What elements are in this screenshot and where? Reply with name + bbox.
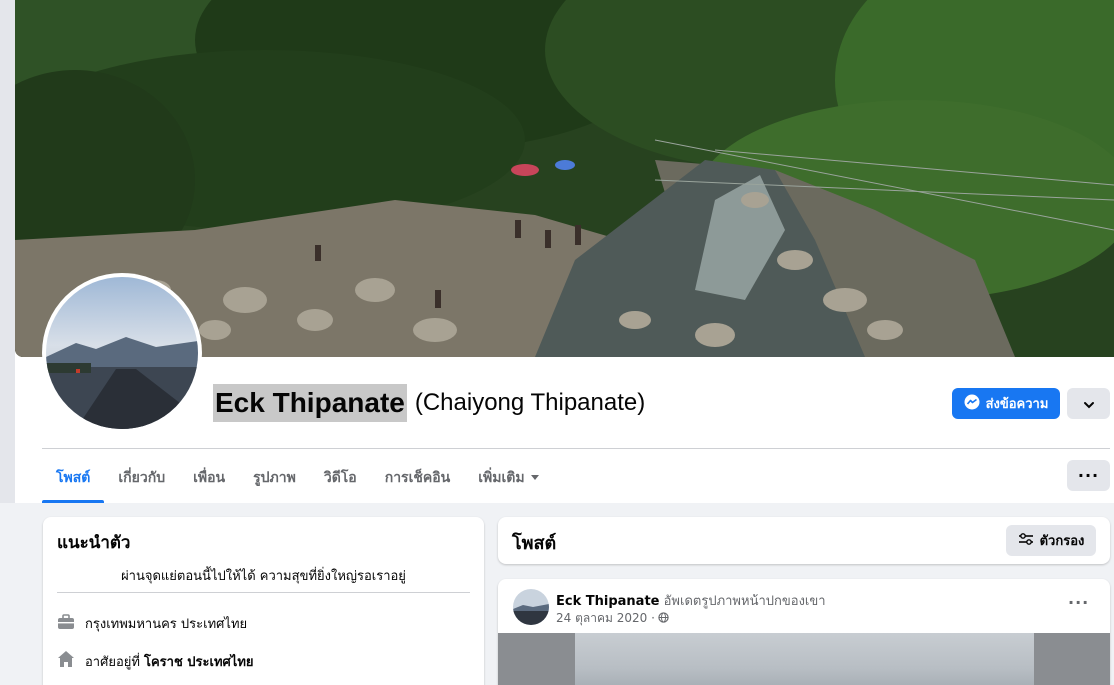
home-icon: [57, 650, 75, 672]
profile-alternate-name: (Chaiyong Thipanate): [414, 389, 646, 416]
profile-avatar-image: [46, 277, 198, 429]
profile-tabs: โพสต์ เกี่ยวกับ เพื่อน รูปภาพ วิดีโอ การ…: [42, 452, 553, 503]
left-gutter: [0, 0, 15, 503]
intro-title: แนะนำตัว: [57, 533, 131, 553]
chevron-down-icon: [1083, 394, 1095, 413]
filter-button[interactable]: ตัวกรอง: [1006, 525, 1096, 556]
profile-name: Eck Thipanate: [213, 384, 407, 422]
post-card: Eck Thipanate อัพเดตรูปภาพหน้าปกของเขา 2…: [498, 579, 1110, 685]
messenger-icon: [964, 394, 980, 414]
send-message-label: ส่งข้อความ: [985, 397, 1049, 412]
posts-header-card: โพสต์ ตัวกรอง: [498, 517, 1110, 564]
intro-bio: ผ่านจุดแย่ตอนนี้ไปให้ได้ ความสุขที่ยิ่งใ…: [121, 569, 406, 584]
tab-friends[interactable]: เพื่อน: [179, 452, 239, 503]
intro-divider: [57, 592, 470, 593]
tab-photos[interactable]: รูปภาพ: [239, 452, 310, 503]
post-action-text: อัพเดตรูปภาพหน้าปกของเขา: [663, 594, 826, 609]
more-dots-icon: ···: [1077, 466, 1100, 485]
post-date[interactable]: 24 ตุลาคม 2020 ·: [556, 609, 655, 628]
globe-icon: [658, 611, 669, 626]
tab-about[interactable]: เกี่ยวกับ: [104, 452, 179, 503]
header-divider: [42, 448, 1110, 449]
tab-videos[interactable]: วิดีโอ: [310, 452, 371, 503]
posts-title: โพสต์: [512, 533, 557, 554]
send-message-button[interactable]: ส่งข้อความ: [952, 388, 1060, 419]
filter-label: ตัวกรอง: [1039, 534, 1085, 549]
filter-sliders-icon: [1018, 532, 1034, 550]
intro-work-text: กรุงเทพมหานคร ประเทศไทย: [85, 617, 248, 632]
post-author-avatar[interactable]: [513, 589, 549, 625]
post-photo[interactable]: [575, 633, 1034, 685]
profile-avatar[interactable]: [42, 273, 202, 433]
post-meta: 24 ตุลาคม 2020 ·: [556, 609, 669, 628]
post-header-text: Eck Thipanate อัพเดตรูปภาพหน้าปกของเขา: [556, 590, 826, 611]
caret-down-icon: [530, 475, 539, 480]
profile-more-button[interactable]: [1067, 388, 1110, 419]
briefcase-icon: [57, 613, 75, 634]
intro-lives-place[interactable]: โคราช ประเทศไทย: [144, 651, 254, 672]
intro-lives-row: อาศัยอยู่ที่ โคราช ประเทศไทย: [57, 650, 254, 672]
post-author-name[interactable]: Eck Thipanate: [556, 594, 659, 609]
tabs-more-options-button[interactable]: ···: [1067, 460, 1110, 491]
profile-name-row: Eck Thipanate (Chaiyong Thipanate): [213, 383, 645, 423]
intro-card: แนะนำตัว ผ่านจุดแย่ตอนนี้ไปให้ได้ ความสุ…: [43, 517, 484, 685]
intro-work-row: กรุงเทพมหานคร ประเทศไทย: [57, 613, 247, 634]
tab-posts[interactable]: โพสต์: [42, 452, 105, 503]
tab-checkins[interactable]: การเช็คอิน: [371, 452, 465, 503]
intro-lives-prefix: อาศัยอยู่ที่: [85, 654, 140, 670]
tab-more[interactable]: เพิ่มเติม: [464, 452, 552, 503]
post-options-button[interactable]: ···: [1068, 593, 1089, 612]
